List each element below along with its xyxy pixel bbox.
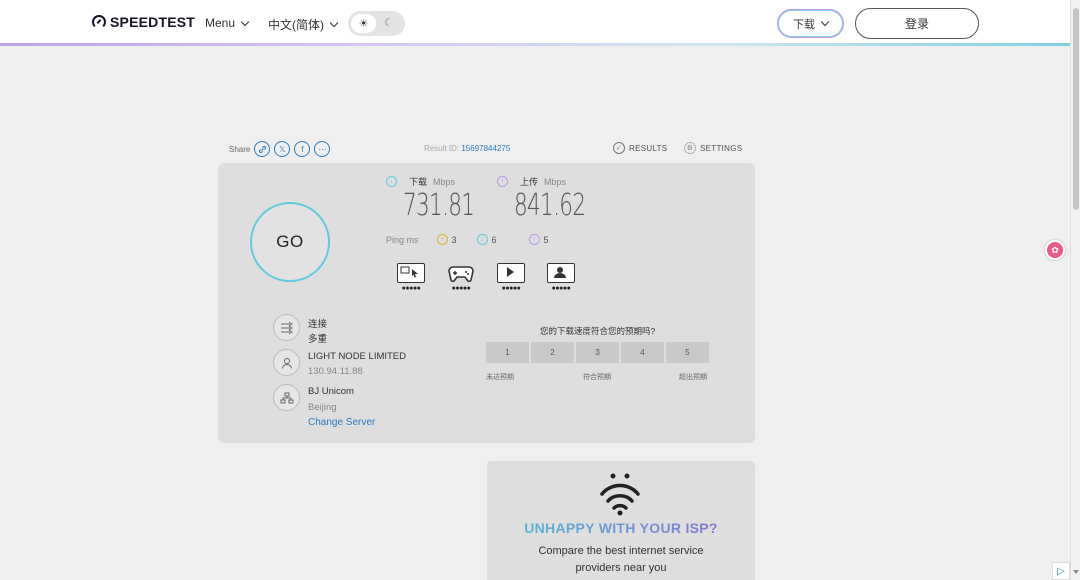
result-id: Result ID: 15697844275 (424, 144, 510, 153)
activity-rating: ●●●●● (551, 285, 571, 292)
ad-title: UNHAPPY WITH YOUR ISP? (487, 520, 755, 536)
idle-ping-icon: ◔ (436, 234, 448, 245)
results-label: RESULTS (629, 143, 668, 153)
rating-option-5[interactable]: 5 (666, 342, 709, 363)
adchoices-icon[interactable]: ▷ (1052, 562, 1070, 580)
language-dropdown[interactable]: 中文(简体) (268, 16, 339, 33)
chevron-down-icon (240, 17, 250, 26)
rating-legend-mid: 符合预期 (583, 374, 611, 381)
ping-download: ↓ 6 (476, 234, 497, 245)
browser-icon (397, 263, 425, 283)
play-video-icon (497, 263, 525, 283)
streaming-activity[interactable]: ●●●●● (496, 263, 526, 293)
logo-text: SPEEDTEST (110, 14, 196, 30)
download-app-button[interactable]: 下载 (777, 9, 844, 38)
upload-label-row: ↑ 上传 Mbps (497, 175, 566, 188)
video-call-activity[interactable]: ●●●●● (546, 263, 576, 293)
download-ping-icon: ↓ (476, 234, 488, 245)
ping-upload-value: 5 (543, 234, 549, 245)
server-icon (273, 384, 300, 411)
connections-label: 连接 (308, 319, 328, 330)
result-id-prefix: Result ID: (424, 144, 460, 153)
ping-download-value: 6 (491, 234, 497, 245)
host-name: LIGHT NODE LIMITED (308, 351, 407, 362)
share-bar: Share 𝕏 f ⋯ (229, 141, 331, 157)
login-button[interactable]: 登录 (855, 8, 979, 39)
ping-idle-value: 3 (451, 234, 457, 245)
facebook-icon[interactable]: f (294, 141, 311, 157)
chevron-down-icon (820, 17, 830, 27)
connections-value: 多重 (308, 334, 328, 345)
upload-unit: Mbps (544, 176, 567, 187)
activity-rating: ●●●●● (401, 285, 421, 292)
upload-label: 上传 (520, 177, 539, 187)
chevron-down-icon (329, 18, 339, 28)
menu-label: Menu (205, 16, 236, 30)
gear-icon: ⚙ (684, 142, 696, 154)
upload-ping-icon: ↑ (528, 234, 540, 245)
check-circle-icon: ✓ (613, 142, 625, 154)
rating-scale: 1 2 3 4 5 (486, 342, 709, 363)
result-id-link[interactable]: 15697844275 (461, 144, 510, 153)
download-arrow-icon: ↓ (386, 176, 397, 187)
isp-city: Beijing (308, 402, 337, 413)
download-speed-value: 731.81 (403, 188, 475, 223)
rating-option-4[interactable]: 4 (621, 342, 664, 363)
moon-icon: ☾ (384, 17, 394, 29)
sun-icon: ☀ (351, 14, 376, 33)
activity-rating: ●●●●● (451, 285, 471, 292)
ping-upload: ↑ 5 (528, 234, 549, 245)
gaming-activity[interactable]: ●●●●● (446, 263, 476, 293)
language-label: 中文(简体) (268, 18, 324, 32)
ping-label: Ping ms (386, 234, 419, 245)
browsing-activity[interactable]: ●●●●● (396, 263, 426, 293)
download-unit: Mbps (433, 176, 456, 187)
upload-speed-value: 841.62 (514, 188, 586, 223)
upload-arrow-icon: ↑ (497, 176, 508, 187)
sad-wifi-icon (600, 473, 640, 516)
change-server-link[interactable]: Change Server (308, 417, 375, 428)
connections-icon[interactable] (273, 314, 300, 341)
download-app-label: 下载 (793, 18, 815, 31)
menu-dropdown[interactable]: Menu (205, 16, 250, 30)
floating-extension-icon[interactable]: ✿ (1045, 240, 1065, 260)
settings-label: SETTINGS (700, 143, 743, 153)
theme-toggle[interactable]: ☀ ☾ (348, 11, 405, 36)
isp-name: BJ Unicom (308, 386, 354, 397)
gamepad-icon (447, 263, 475, 283)
download-label-row: ↓ 下载 Mbps (386, 175, 455, 188)
scrollbar-thumb[interactable] (1073, 8, 1079, 210)
top-header: SPEEDTEST Menu 中文(简体) ☀ ☾ 下载 登录 (0, 0, 1070, 46)
rating-option-1[interactable]: 1 (486, 342, 529, 363)
rating-legend-low: 未达预期 (486, 374, 514, 381)
user-icon (273, 349, 300, 376)
host-ip: 130.94.11.88 (308, 366, 363, 377)
page-scrollbar[interactable] (1070, 0, 1080, 580)
go-button[interactable]: GO (250, 202, 330, 282)
download-label: 下载 (409, 177, 428, 187)
rating-option-3[interactable]: 3 (576, 342, 619, 363)
rating-option-2[interactable]: 2 (531, 342, 574, 363)
speedometer-icon (92, 15, 106, 29)
video-call-icon (547, 263, 575, 283)
x-twitter-icon[interactable]: 𝕏 (274, 141, 291, 157)
ping-row: Ping ms ◔ 3 ↓ 6 ↑ 5 (386, 234, 549, 245)
rating-question: 您的下载速度符合您的预期吗? (540, 326, 656, 336)
ad-text-line1: Compare the best internet service (538, 545, 704, 557)
link-icon[interactable] (254, 141, 271, 157)
activity-rating: ●●●●● (501, 285, 521, 292)
more-icon[interactable]: ⋯ (314, 141, 331, 157)
ping-idle: ◔ 3 (436, 234, 457, 245)
speedtest-logo[interactable]: SPEEDTEST (92, 14, 195, 30)
ad-text-line2: providers near you (575, 562, 667, 574)
rating-legend-high: 超出预期 (679, 374, 707, 381)
scroll-down-arrow-icon[interactable] (1073, 570, 1079, 574)
settings-link[interactable]: ⚙ SETTINGS (684, 142, 742, 154)
share-label: Share (229, 144, 251, 154)
results-link[interactable]: ✓ RESULTS (613, 142, 667, 154)
